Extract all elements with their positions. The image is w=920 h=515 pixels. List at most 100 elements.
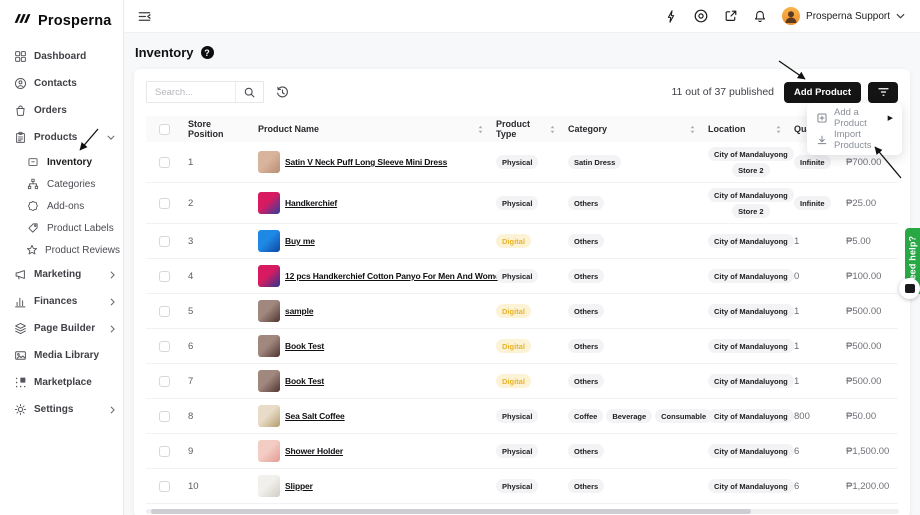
layers-icon [13,322,27,335]
product-price: ₱500.00 [846,341,881,352]
open-store-external-icon[interactable] [724,9,738,23]
sidebar-nav: DashboardContactsOrdersProductsInventory… [0,43,123,423]
add-product-dropdown: Add a Product▶Import Products [807,103,902,155]
location-badge: City of Mandaluyong [708,304,794,318]
product-thumbnail [258,151,280,173]
sidebar-item-media-library[interactable]: Media Library [0,342,123,369]
sidebar-item-marketplace[interactable]: Marketplace [0,369,123,396]
quantity-badge: Infinite [794,196,831,210]
location-badge: City of Mandaluyong [708,444,794,458]
store-position: 6 [188,341,193,352]
product-thumbnail [258,335,280,357]
sidebar: Prosperna DashboardContactsOrdersProduct… [0,0,124,515]
scrollbar-thumb[interactable] [151,509,751,514]
labels-icon [26,222,40,234]
product-thumbnail [258,300,280,322]
chat-widget-button[interactable] [899,278,920,299]
quick-actions-icon[interactable] [664,9,678,24]
product-name-link[interactable]: Slipper [285,481,313,491]
row-checkbox[interactable] [159,376,170,387]
inventory-card: 11 out of 37 published Add Product Store… [134,69,910,515]
sort-icon[interactable] [775,125,782,134]
product-name-link[interactable]: Buy me [285,236,315,246]
product-name-link[interactable]: Book Test [285,376,324,386]
search-input[interactable] [147,82,235,102]
table-row: 6Book TestDigitalOthersCity of Mandaluyo… [146,329,898,364]
table-row: 8Sea Salt CoffeePhysicalCoffeeBeverageCo… [146,399,898,434]
sidebar-item-add-ons[interactable]: Add-ons [0,195,123,217]
sidebar-item-finances[interactable]: Finances [0,288,123,315]
product-type-badge: Physical [496,409,538,423]
help-icon[interactable]: ? [201,46,214,59]
categories-icon [26,178,40,190]
table-row: 10SlipperPhysicalOthersCity of Mandaluyo… [146,469,898,504]
filter-button[interactable] [868,82,898,103]
sidebar-item-categories[interactable]: Categories [0,173,123,195]
row-checkbox[interactable] [159,198,170,209]
location-badge: City of Mandaluyong [708,147,794,161]
user-menu[interactable]: Prosperna Support [782,7,905,25]
quantity-value: 1 [794,306,799,317]
product-name-link[interactable]: Shower Holder [285,446,343,456]
product-thumbnail [258,230,280,252]
select-all-checkbox[interactable] [159,124,170,135]
store-position: 8 [188,411,193,422]
row-checkbox[interactable] [159,341,170,352]
sidebar-item-orders[interactable]: Orders [0,97,123,124]
row-checkbox[interactable] [159,481,170,492]
sidebar-item-marketing[interactable]: Marketing [0,261,123,288]
product-price: ₱100.00 [846,271,881,282]
sort-icon[interactable] [477,125,484,134]
location-badge: City of Mandaluyong [708,479,794,493]
sidebar-item-contacts[interactable]: Contacts [0,70,123,97]
sidebar-item-settings[interactable]: Settings [0,396,123,423]
add-product-button[interactable]: Add Product [784,82,861,103]
sidebar-item-product-reviews[interactable]: Product Reviews [0,239,123,261]
location-badge: City of Mandaluyong [708,339,794,353]
product-name-link[interactable]: sample [285,306,313,316]
addons-icon [26,200,40,212]
quantity-badge: Infinite [794,155,831,169]
notifications-bell-icon[interactable] [753,9,767,24]
row-checkbox[interactable] [159,306,170,317]
quantity-value: 1 [794,376,799,387]
location-badge: City of Mandaluyong [708,374,794,388]
row-checkbox[interactable] [159,236,170,247]
media-icon [13,349,27,362]
category-badge: Others [568,339,604,353]
sidebar-collapse-icon[interactable] [137,9,152,24]
goals-target-icon[interactable] [693,8,709,24]
sidebar-item-dashboard[interactable]: Dashboard [0,43,123,70]
sort-icon[interactable] [549,125,556,134]
category-badge: Others [568,304,604,318]
table-row: 7Book TestDigitalOthersCity of Mandaluyo… [146,364,898,399]
product-price: ₱25.00 [846,198,876,209]
product-name-link[interactable]: Book Test [285,341,324,351]
sidebar-item-inventory[interactable]: Inventory [0,151,123,173]
row-checkbox[interactable] [159,271,170,282]
marketing-icon [13,268,27,281]
category-badge: Others [568,479,604,493]
search-icon[interactable] [235,82,263,102]
row-checkbox[interactable] [159,446,170,457]
product-name-link[interactable]: Handkerchief [285,198,337,208]
category-badge: Others [568,269,604,283]
dropdown-item-import-products[interactable]: Import Products [807,129,902,151]
column-header-category: Category [562,124,702,134]
dropdown-item-add-a-product[interactable]: Add a Product▶ [807,107,902,129]
column-header-store-position: Store Position [182,119,252,139]
product-name-link[interactable]: Satin V Neck Puff Long Sleeve Mini Dress [285,157,447,167]
reset-history-icon[interactable] [275,85,290,100]
brand-logo[interactable]: Prosperna [0,0,123,43]
row-checkbox[interactable] [159,411,170,422]
sidebar-item-product-labels[interactable]: Product Labels [0,217,123,239]
products-icon [13,131,27,144]
row-checkbox[interactable] [159,157,170,168]
sort-icon[interactable] [689,125,696,134]
sidebar-item-products[interactable]: Products [0,124,123,151]
sidebar-item-page-builder[interactable]: Page Builder [0,315,123,342]
product-name-link[interactable]: 12 pcs Handkerchief Cotton Panyo For Men… [285,271,505,281]
product-name-link[interactable]: Sea Salt Coffee [285,411,345,421]
store-position: 1 [188,157,193,168]
marketplace-icon [13,376,27,389]
